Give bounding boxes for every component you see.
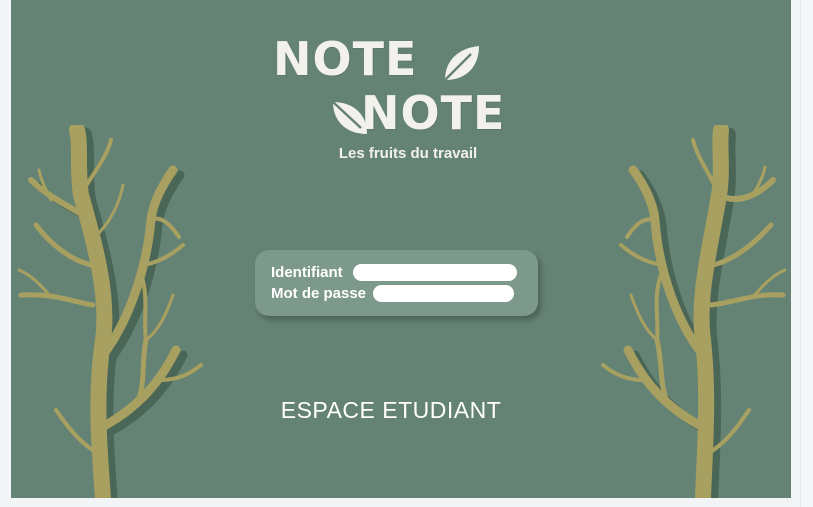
left-tree-illustration xyxy=(17,125,203,498)
logo-word-top: NOTE xyxy=(273,32,418,86)
login-form: Identifiant Mot de passe xyxy=(255,250,538,316)
app-logo: NOTE NOTE xyxy=(273,34,533,139)
password-input[interactable] xyxy=(373,284,515,302)
app-tagline: Les fruits du travail xyxy=(338,145,478,162)
identifiant-input[interactable] xyxy=(352,263,517,281)
password-label: Mot de passe xyxy=(271,284,367,302)
espace-etudiant-link[interactable]: ESPACE ETUDIANT xyxy=(243,397,539,424)
login-screen: NOTE NOTE Les fruits du travail Identifi… xyxy=(11,0,791,498)
password-row: Mot de passe xyxy=(271,283,515,303)
identifiant-label: Identifiant xyxy=(271,263,343,281)
window-edge xyxy=(800,0,813,507)
right-tree-illustration xyxy=(601,125,787,498)
identifiant-row: Identifiant xyxy=(271,262,517,282)
logo-word-bottom: NOTE xyxy=(361,86,506,140)
leaf-icon xyxy=(444,46,479,81)
